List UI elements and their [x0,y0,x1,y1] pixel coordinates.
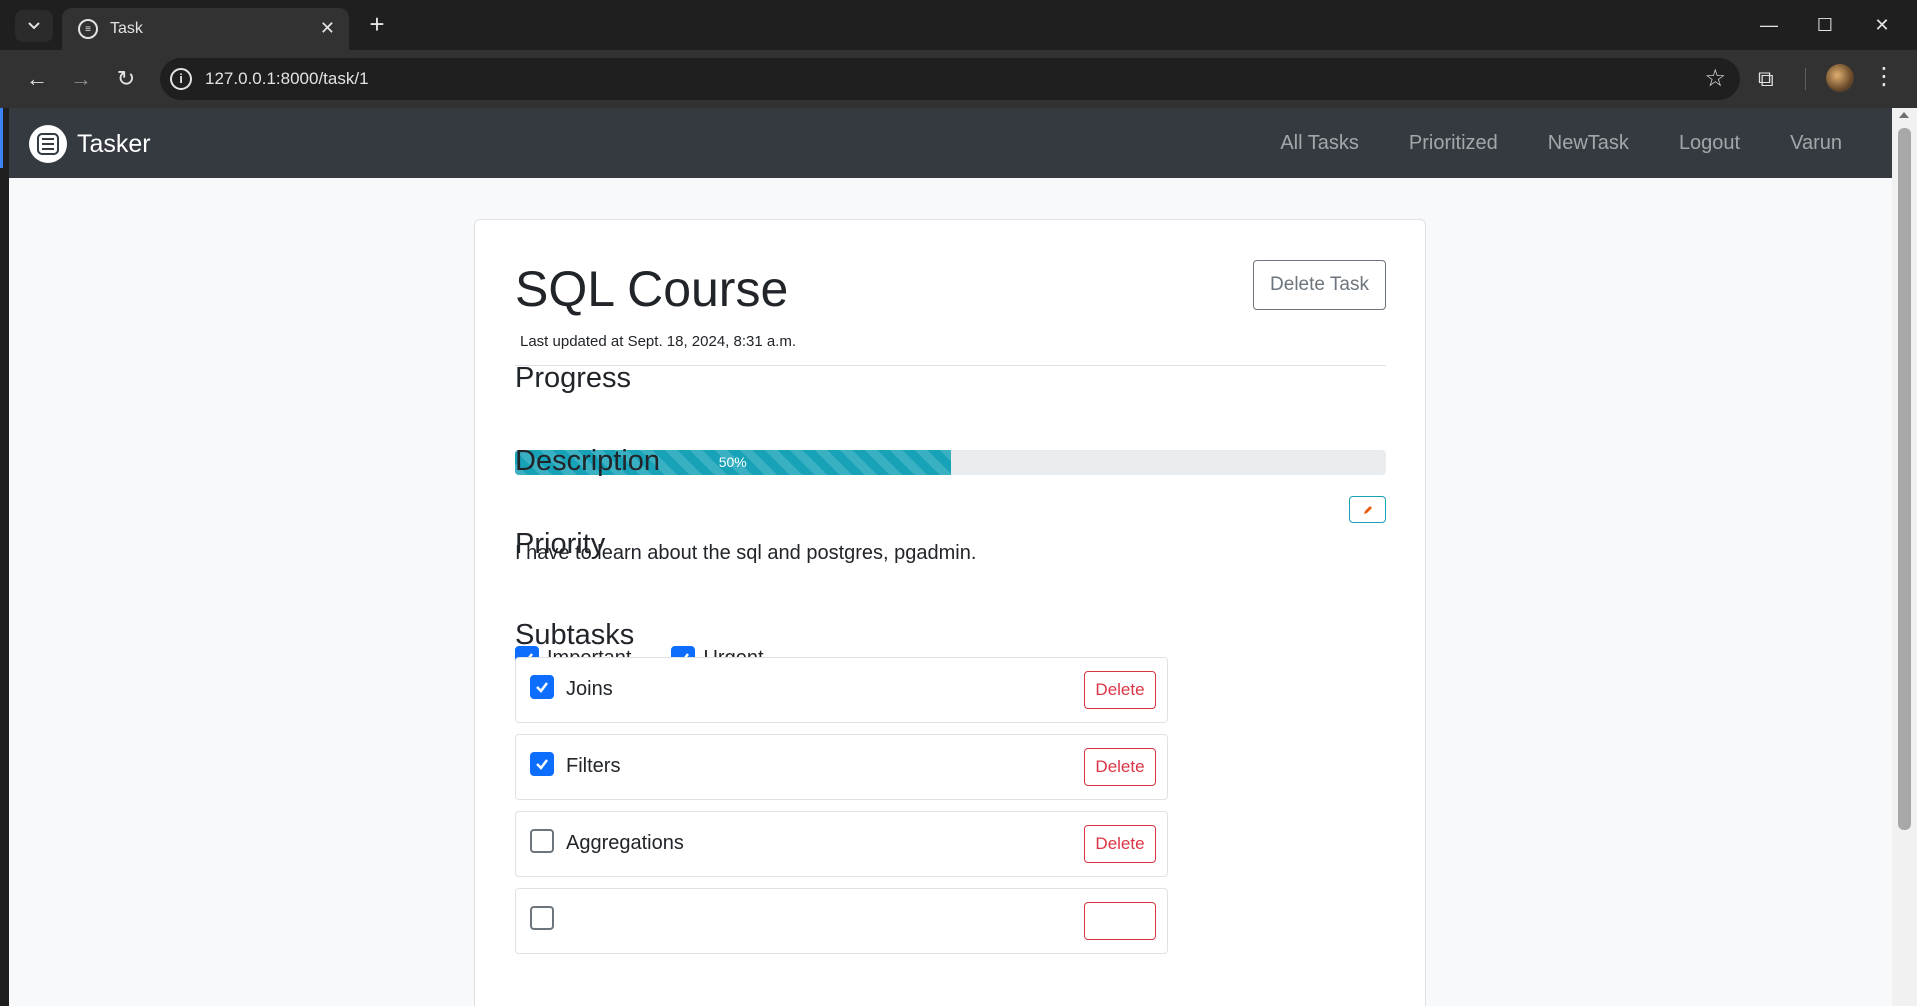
subtask-checkbox[interactable] [530,829,554,853]
progress-heading: Progress [515,362,632,394]
scrollbar-thumb[interactable] [1898,128,1911,830]
nav-link-prioritized[interactable]: Prioritized [1409,132,1498,155]
tab-search-button[interactable] [15,10,53,42]
browser-toolbar: ← → ↻ i 127.0.0.1:8000/task/1 ☆ ⧉ ⋮ [0,50,1917,108]
subtask-label: Joins [566,678,613,700]
task-card: SQL Course Last updated at Sept. 18, 202… [474,219,1426,1006]
checkmark-icon [536,682,548,693]
delete-task-button[interactable]: Delete Task [1253,260,1386,310]
toolbar-divider [1805,68,1806,90]
reload-icon[interactable]: ↻ [111,64,141,94]
nav-link-user[interactable]: Varun [1790,132,1842,155]
delete-subtask-button[interactable]: Delete [1084,825,1156,863]
nav-links: All Tasks Prioritized NewTask Logout Var… [1230,108,1842,178]
tab-favicon-icon: ≡ [78,19,98,39]
back-arrow-icon[interactable]: ← [22,64,52,94]
task-title: SQL Course [515,261,789,317]
minimize-icon[interactable]: — [1744,8,1794,42]
page-viewport: Tasker All Tasks Prioritized NewTask Log… [9,108,1892,1006]
brand[interactable]: Tasker [29,125,151,163]
forward-arrow-icon[interactable]: → [66,64,96,94]
delete-subtask-button[interactable]: Delete [1084,748,1156,786]
bookmark-star-icon[interactable]: ☆ [1704,64,1726,93]
brand-name: Tasker [77,129,151,158]
subtasks-heading: Subtasks [515,619,635,651]
subtask-item: Joins Delete [515,657,1168,723]
browser-tab-strip: ≡ Task ✕ + — ☐ ✕ [0,0,1917,50]
nav-link-new-task[interactable]: NewTask [1548,132,1629,155]
delete-subtask-button[interactable] [1084,902,1156,940]
page-scrollbar[interactable] [1892,108,1917,1006]
window-left-edge [0,108,9,1006]
subtask-item [515,888,1168,954]
subtask-checkbox[interactable] [530,675,554,699]
close-icon[interactable]: ✕ [320,18,335,39]
extensions-icon[interactable]: ⧉ [1758,66,1774,92]
profile-avatar[interactable] [1826,64,1854,92]
address-bar[interactable]: i 127.0.0.1:8000/task/1 ☆ [160,58,1740,100]
maximize-icon[interactable]: ☐ [1800,8,1850,42]
scroll-up-arrow-icon[interactable] [1899,112,1909,118]
new-tab-button[interactable]: + [362,10,392,40]
delete-subtask-button[interactable]: Delete [1084,671,1156,709]
last-updated-text: Last updated at Sept. 18, 2024, 8:31 a.m… [520,333,797,350]
browser-tab[interactable]: ≡ Task ✕ [62,8,349,50]
tab-title: Task [110,20,143,37]
subtask-label: Filters [566,755,621,777]
subtask-item: Filters Delete [515,734,1168,800]
priority-heading: Priority [515,528,606,560]
menu-kebab-icon[interactable]: ⋮ [1872,62,1896,91]
edit-description-button[interactable] [1349,496,1386,523]
subtask-label: Aggregations [566,832,684,854]
active-window-indicator [0,108,3,168]
subtask-checkbox[interactable] [530,906,554,930]
header-divider [515,365,1386,366]
tasker-logo-icon [29,125,67,163]
subtask-checkbox[interactable] [530,752,554,776]
nav-link-all-tasks[interactable]: All Tasks [1280,132,1359,155]
window-close-icon[interactable]: ✕ [1857,8,1907,42]
checkmark-icon [536,759,548,770]
chevron-down-icon [28,22,40,30]
subtask-item: Aggregations Delete [515,811,1168,877]
description-heading: Description [515,445,661,477]
nav-link-logout[interactable]: Logout [1679,132,1740,155]
url-text[interactable]: 127.0.0.1:8000/task/1 [205,69,369,89]
app-navbar: Tasker All Tasks Prioritized NewTask Log… [9,108,1892,178]
site-info-icon[interactable]: i [170,68,192,90]
pencil-icon [1363,505,1372,514]
